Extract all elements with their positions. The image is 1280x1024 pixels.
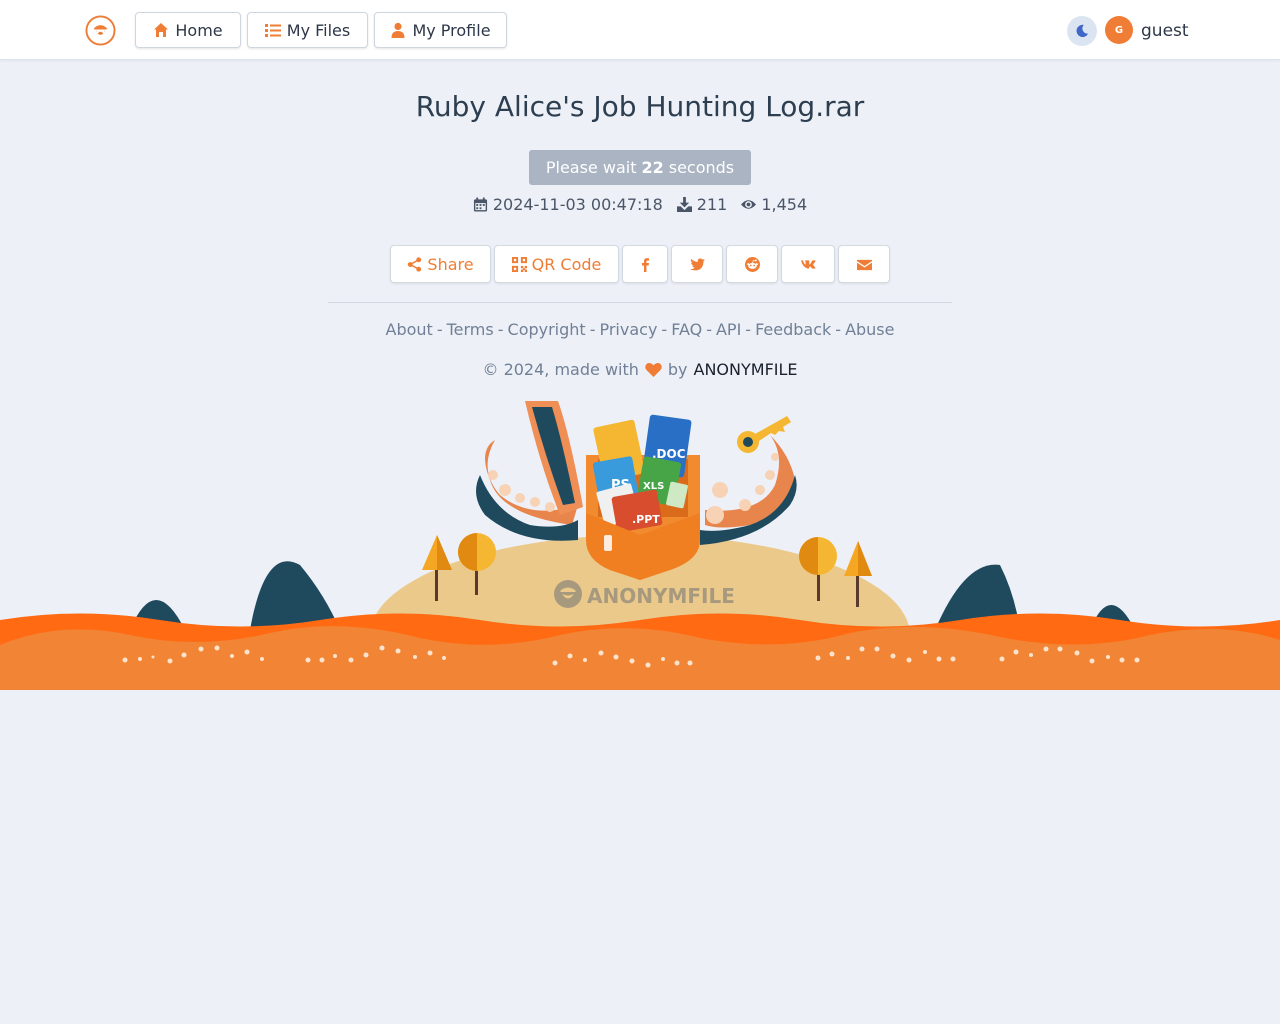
reddit-share-button[interactable]: [726, 245, 778, 283]
wait-seconds: 22: [641, 158, 664, 177]
footer-links: About - Terms - Copyright - Privacy - FAQ - API - Fe…: [385, 320, 895, 339]
share-icon: [408, 256, 422, 272]
user-icon: [391, 22, 405, 38]
home-icon: [154, 23, 169, 37]
qr-code-label: QR Code: [531, 254, 602, 274]
brand-link[interactable]: ANONYMFILE: [694, 360, 798, 379]
vk-icon: [800, 259, 816, 269]
api-link[interactable]: API: [716, 320, 741, 339]
home-label: Home: [175, 20, 223, 40]
copyright: © 2024, made with by ANONYMFILE: [0, 360, 1280, 379]
share-buttons: Share QR Code: [0, 245, 1280, 283]
copyright-prefix: © 2024, made with: [482, 360, 639, 379]
footer-divider: [328, 302, 952, 303]
share-label: Share: [427, 254, 474, 274]
ppt-label: .PPT: [632, 513, 660, 526]
my-files-label: My Files: [286, 20, 351, 40]
download-wait-button[interactable]: Please wait 22 seconds: [529, 150, 751, 185]
feedback-link[interactable]: Feedback: [755, 320, 831, 339]
eye-icon: [741, 200, 757, 209]
treasure-island-illustration: .DOC XLS PS .PPT ANONYMFILE: [0, 401, 1280, 690]
twitter-share-button[interactable]: [671, 245, 723, 283]
twitter-icon: [689, 258, 705, 270]
share-button[interactable]: Share: [390, 245, 491, 283]
abuse-link[interactable]: Abuse: [845, 320, 894, 339]
terms-link[interactable]: Terms: [447, 320, 494, 339]
copyright-link[interactable]: Copyright: [508, 320, 586, 339]
upload-date-stat: 2024-11-03 00:47:18: [473, 195, 663, 214]
calendar-icon: [473, 197, 487, 212]
about-link[interactable]: About: [386, 320, 433, 339]
key-icon: [737, 416, 791, 453]
my-profile-label: My Profile: [412, 20, 491, 40]
faq-link[interactable]: FAQ: [671, 320, 702, 339]
my-files-button[interactable]: My Files: [247, 12, 368, 48]
my-profile-button[interactable]: My Profile: [374, 12, 507, 48]
moon-icon: [1076, 24, 1089, 38]
facebook-share-button[interactable]: [622, 245, 668, 283]
copyright-by: by: [667, 360, 688, 379]
navbar: Home My Files My Profile G guest: [0, 0, 1280, 60]
view-count: 1,454: [761, 195, 808, 214]
theme-toggle-button[interactable]: [1067, 16, 1097, 46]
downloads-stat: 211: [676, 195, 728, 214]
username[interactable]: guest: [1141, 21, 1189, 41]
wait-prefix: Please wait: [545, 158, 637, 177]
file-title: Ruby Alice's Job Hunting Log.rar: [415, 90, 865, 123]
download-icon: [676, 197, 692, 212]
vk-share-button[interactable]: [781, 245, 835, 283]
download-count: 211: [696, 195, 728, 214]
heart-icon: [645, 362, 662, 377]
upload-date: 2024-11-03 00:47:18: [492, 195, 663, 214]
envelope-icon: [856, 259, 872, 270]
file-stats: 2024-11-03 00:47:18 211 1,454: [0, 195, 1280, 214]
wait-suffix: seconds: [668, 158, 735, 177]
avatar[interactable]: G: [1105, 16, 1133, 44]
list-icon: [264, 24, 281, 37]
island-brand-text: ANONYMFILE: [587, 584, 735, 608]
logo-icon[interactable]: [85, 15, 116, 46]
views-stat: 1,454: [741, 195, 807, 214]
qr-code-button[interactable]: QR Code: [494, 245, 619, 283]
qr-code-icon: [511, 256, 527, 272]
email-share-button[interactable]: [838, 245, 890, 283]
home-button[interactable]: Home: [135, 12, 241, 48]
reddit-icon: [744, 256, 760, 272]
privacy-link[interactable]: Privacy: [599, 320, 657, 339]
facebook-icon: [641, 257, 649, 272]
